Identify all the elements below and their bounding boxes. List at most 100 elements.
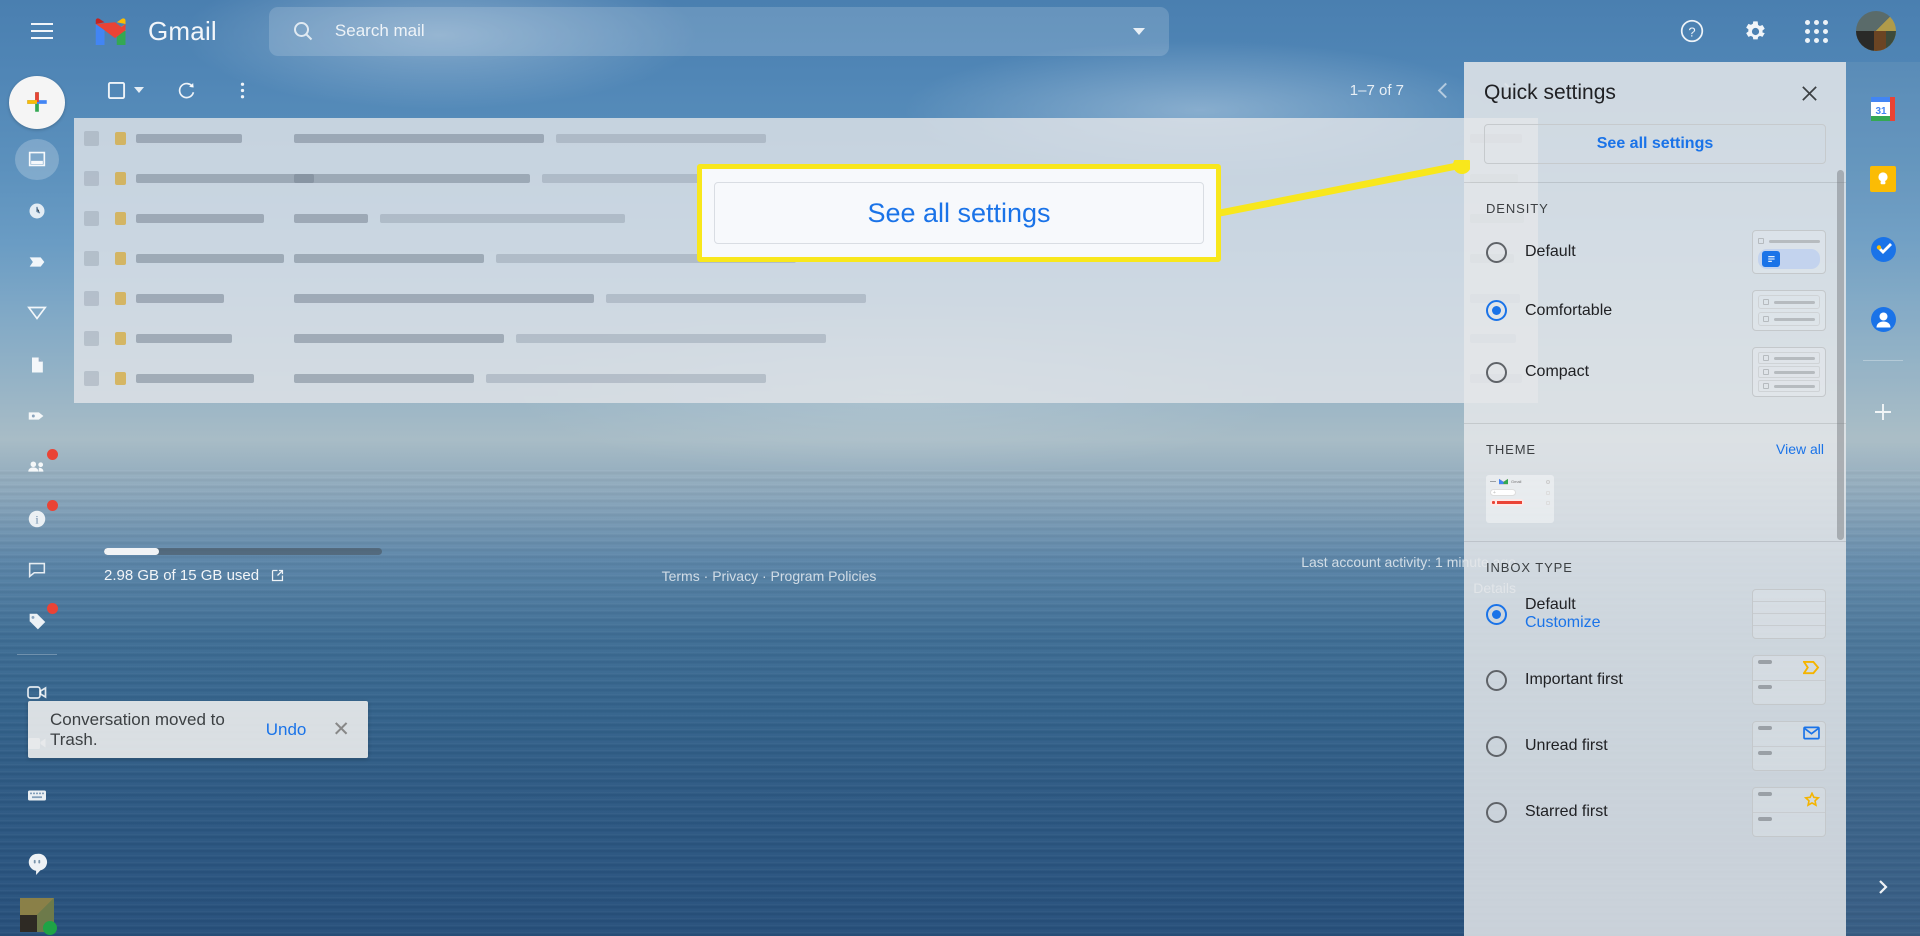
list-toolbar: 1–7 of 7 <box>74 62 1538 118</box>
sidebar-item-drafts[interactable] <box>15 344 59 385</box>
inbox-type-option-starred-first[interactable]: Starred first <box>1464 779 1846 845</box>
forums-chat-icon <box>28 562 46 579</box>
see-all-settings-button[interactable]: See all settings <box>1484 124 1826 164</box>
inbox-type-option-label: Important first <box>1525 671 1623 688</box>
footer-dot: · <box>703 568 709 584</box>
view-all-themes-link[interactable]: View all <box>1776 441 1846 457</box>
see-all-settings-callout-box: See all settings <box>714 182 1204 244</box>
inbox-type-option-important-first[interactable]: Important first <box>1464 647 1846 713</box>
google-contacts-icon[interactable] <box>1860 296 1906 342</box>
panel-scrollbar[interactable] <box>1837 170 1844 540</box>
close-icon[interactable] <box>1792 76 1826 110</box>
label-tag-icon <box>28 412 44 420</box>
gmail-logo[interactable]: Gmail <box>94 15 217 47</box>
refresh-button[interactable] <box>166 70 206 110</box>
select-all-checkbox[interactable] <box>96 70 136 110</box>
sent-icon <box>27 307 47 321</box>
density-option-label: Comfortable <box>1525 301 1613 319</box>
sidebar-item-promotions[interactable] <box>15 601 59 642</box>
sidebar-item-important[interactable] <box>15 241 59 282</box>
theme-section-header: THEME View all <box>1464 424 1846 463</box>
table-row[interactable] <box>74 278 1538 318</box>
snoozed-clock-icon <box>29 203 45 219</box>
select-all-chevron-down-icon[interactable] <box>134 87 144 93</box>
sidebar-item-snoozed[interactable] <box>15 190 59 231</box>
hamburger-icon[interactable] <box>18 7 66 55</box>
help-icon[interactable]: ? <box>1670 9 1714 53</box>
google-tasks-icon[interactable] <box>1860 226 1906 272</box>
undo-button[interactable]: Undo <box>266 720 307 740</box>
compose-button[interactable] <box>9 76 65 129</box>
customize-inbox-link[interactable]: Customize <box>1525 614 1601 632</box>
sidebar-item-updates[interactable]: i <box>15 498 59 539</box>
gear-icon[interactable] <box>1732 9 1776 53</box>
sidebar-item-inbox[interactable] <box>15 138 59 180</box>
density-option-default[interactable]: Default <box>1464 222 1846 282</box>
sidebar-item-social[interactable] <box>15 447 59 488</box>
header-actions: ? <box>1670 9 1896 53</box>
join-meeting-keyboard-icon <box>28 790 46 801</box>
privacy-link[interactable]: Privacy <box>712 568 758 584</box>
sidebar-item-forums[interactable] <box>15 550 59 591</box>
chevron-down-icon[interactable] <box>1132 27 1145 35</box>
toast-message: Conversation moved to Trash. <box>50 709 225 749</box>
table-row[interactable] <box>74 118 1538 158</box>
important-marker-icon <box>1803 660 1820 675</box>
important-label-icon <box>29 257 45 267</box>
density-default-thumbnail <box>1752 230 1826 274</box>
sidebar-item-hangouts[interactable] <box>15 843 59 884</box>
theme-thumbnail[interactable]: Gmail + <box>1486 475 1554 523</box>
svg-text:31: 31 <box>1875 106 1887 117</box>
search-input[interactable] <box>334 21 1133 41</box>
sidebar-item-categories[interactable] <box>15 395 59 436</box>
inbox-icon <box>28 152 46 167</box>
inbox-type-option-unread-first[interactable]: Unread first <box>1464 713 1846 779</box>
envelope-icon <box>1803 726 1820 740</box>
inbox-starred-first-thumbnail <box>1752 787 1826 837</box>
density-section-label: DENSITY <box>1486 201 1549 216</box>
more-options-button[interactable] <box>222 70 262 110</box>
svg-text:?: ? <box>1688 24 1695 39</box>
inbox-type-option-label: Starred first <box>1525 803 1608 820</box>
radio-button[interactable] <box>1486 669 1507 691</box>
avatar[interactable] <box>1856 11 1896 51</box>
quick-settings-header: Quick settings <box>1464 62 1846 124</box>
promotions-tag-icon <box>29 613 46 629</box>
toast-notification: Conversation moved to Trash. Undo ✕ <box>28 701 368 758</box>
add-addon-button[interactable] <box>1860 389 1906 435</box>
terms-link[interactable]: Terms <box>662 568 700 584</box>
density-option-compact[interactable]: Compact <box>1464 339 1846 405</box>
density-option-comfortable[interactable]: Comfortable <box>1464 282 1846 339</box>
radio-button[interactable] <box>1486 603 1507 625</box>
checkbox-icon <box>107 81 125 99</box>
see-all-settings-label: See all settings <box>1596 135 1714 152</box>
inbox-type-option-default[interactable]: Default Customize <box>1464 581 1846 647</box>
more-vertical-icon <box>240 82 244 98</box>
radio-button[interactable] <box>1486 801 1507 823</box>
table-row[interactable] <box>74 358 1538 398</box>
search-bar[interactable] <box>268 6 1169 56</box>
hangouts-avatar[interactable] <box>15 895 59 936</box>
program-policies-link[interactable]: Program Policies <box>771 568 877 584</box>
see-all-settings-callout[interactable]: See all settings <box>697 164 1221 262</box>
sidebar-item-sent[interactable] <box>15 293 59 334</box>
inbox-default-thumbnail <box>1752 589 1826 639</box>
inbox-type-option-label: Unread first <box>1525 737 1608 754</box>
inbox-type-section-label: INBOX TYPE <box>1486 560 1573 575</box>
radio-button[interactable] <box>1486 241 1507 263</box>
plus-icon <box>1875 404 1891 420</box>
apps-grid-icon[interactable] <box>1794 9 1838 53</box>
radio-button[interactable] <box>1486 300 1507 321</box>
storage-bar-fill <box>104 548 159 555</box>
close-icon[interactable]: ✕ <box>332 719 350 740</box>
expand-panel-button[interactable] <box>1862 866 1904 908</box>
sidebar-item-join-meeting[interactable] <box>15 774 59 815</box>
radio-button[interactable] <box>1486 361 1507 383</box>
gmail-m-icon <box>95 18 126 45</box>
google-calendar-icon[interactable]: 31 <box>1860 86 1906 132</box>
prev-page-button[interactable] <box>1426 71 1464 109</box>
rail-divider <box>17 654 57 656</box>
radio-button[interactable] <box>1486 735 1507 757</box>
table-row[interactable] <box>74 318 1538 358</box>
google-keep-icon[interactable] <box>1860 156 1906 202</box>
